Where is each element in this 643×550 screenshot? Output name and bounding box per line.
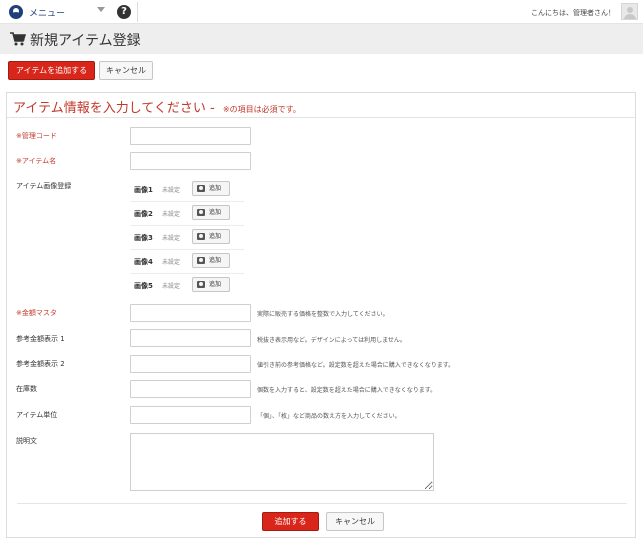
ref1-label: 参考金額表示 1 (16, 335, 65, 343)
image-name: 画像5 (134, 282, 153, 290)
price-label: ※金額マスタ (16, 309, 57, 317)
item-form-panel: アイテム情報を入力してください - ※の項目は必須です。 ※管理コード ※アイテ… (6, 92, 636, 538)
price-help: 実際に販売する価格を整数で入力してください。 (257, 311, 389, 318)
image-name: 画像2 (134, 210, 153, 218)
user-menu-icon (9, 5, 23, 19)
code-input[interactable] (130, 127, 251, 145)
image-row-4: 画像4 未設定 追加 (130, 250, 244, 274)
stock-input[interactable] (130, 380, 251, 398)
menu-label: メニュー (29, 8, 66, 19)
unit-input[interactable] (130, 406, 251, 424)
image-name: 画像1 (134, 186, 153, 194)
ref1-help: 税抜き表示用など。デザインによっては利用しません。 (257, 337, 406, 344)
add-item-button[interactable]: アイテムを追加する (8, 61, 95, 80)
stock-label: 在庫数 (16, 385, 37, 393)
image-row-2: 画像2 未設定 追加 (130, 202, 244, 226)
cart-icon (10, 32, 26, 46)
greeting-text: こんにちは、管理者さん！ (531, 9, 615, 17)
unit-help: 「個」、「枚」など商品の数え方を入力してください。 (257, 413, 401, 420)
camera-icon (197, 209, 205, 216)
top-bar: メニュー ? こんにちは、管理者さん！ (0, 0, 643, 24)
image-row-1: 画像1 未設定 追加 (130, 178, 244, 202)
image-row-5: 画像5 未設定 追加 (130, 274, 244, 298)
image-status: 未設定 (162, 283, 181, 290)
form-heading-text: アイテム情報を入力してください - (13, 101, 219, 116)
required-note: ※の項目は必須です。 (222, 105, 301, 114)
chevron-down-icon[interactable] (97, 7, 105, 12)
description-label: 説明文 (16, 437, 37, 445)
ref2-help: 値引き前の参考価格など。設定数を超えた場合に購入できなくなります。 (257, 362, 455, 369)
image-status: 未設定 (162, 259, 181, 266)
image-add-button[interactable]: 追加 (192, 277, 230, 292)
cancel-button[interactable]: キャンセル (99, 61, 153, 80)
form-cancel-button[interactable]: キャンセル (326, 512, 384, 531)
page-title: 新規アイテム登録 (30, 33, 141, 49)
toolbar: アイテムを追加する キャンセル (0, 54, 643, 88)
image-add-button[interactable]: 追加 (192, 253, 230, 268)
name-label: ※アイテム名 (16, 157, 57, 165)
ref2-input[interactable] (130, 355, 251, 373)
form-heading: アイテム情報を入力してください - ※の項目は必須です。 (13, 97, 301, 116)
image-name: 画像4 (134, 258, 153, 266)
image-add-button[interactable]: 追加 (192, 229, 230, 244)
image-status: 未設定 (162, 235, 181, 242)
ref2-label: 参考金額表示 2 (16, 360, 65, 368)
image-add-label: 追加 (209, 209, 222, 216)
form-header: アイテム情報を入力してください - ※の項目は必須です。 (7, 93, 635, 118)
divider (137, 2, 138, 22)
image-name: 画像3 (134, 234, 153, 242)
image-add-button[interactable]: 追加 (192, 181, 230, 196)
form-divider (17, 503, 627, 504)
menu-button[interactable]: メニュー (9, 4, 65, 20)
image-row-3: 画像3 未設定 追加 (130, 226, 244, 250)
stock-help: 個数を入力すると、設定数を超えた場合に購入できなくなります。 (257, 387, 437, 394)
help-icon[interactable]: ? (117, 5, 131, 19)
code-label: ※管理コード (16, 132, 57, 140)
image-add-label: 追加 (209, 185, 222, 192)
image-status: 未設定 (162, 187, 181, 194)
camera-icon (197, 281, 205, 288)
price-input[interactable] (130, 304, 251, 322)
unit-label: アイテム単位 (16, 411, 58, 419)
image-add-label: 追加 (209, 257, 222, 264)
image-add-label: 追加 (209, 233, 222, 240)
image-status: 未設定 (162, 211, 181, 218)
avatar-icon[interactable] (621, 3, 638, 20)
description-textarea[interactable] (130, 433, 434, 491)
camera-icon (197, 185, 205, 192)
image-add-button[interactable]: 追加 (192, 205, 230, 220)
title-bar: 新規アイテム登録 (0, 24, 643, 54)
submit-button[interactable]: 追加する (262, 512, 319, 531)
image-label: アイテム画像登録 (16, 182, 72, 190)
ref1-input[interactable] (130, 329, 251, 347)
image-add-label: 追加 (209, 281, 222, 288)
camera-icon (197, 233, 205, 240)
camera-icon (197, 257, 205, 264)
name-input[interactable] (130, 152, 251, 170)
